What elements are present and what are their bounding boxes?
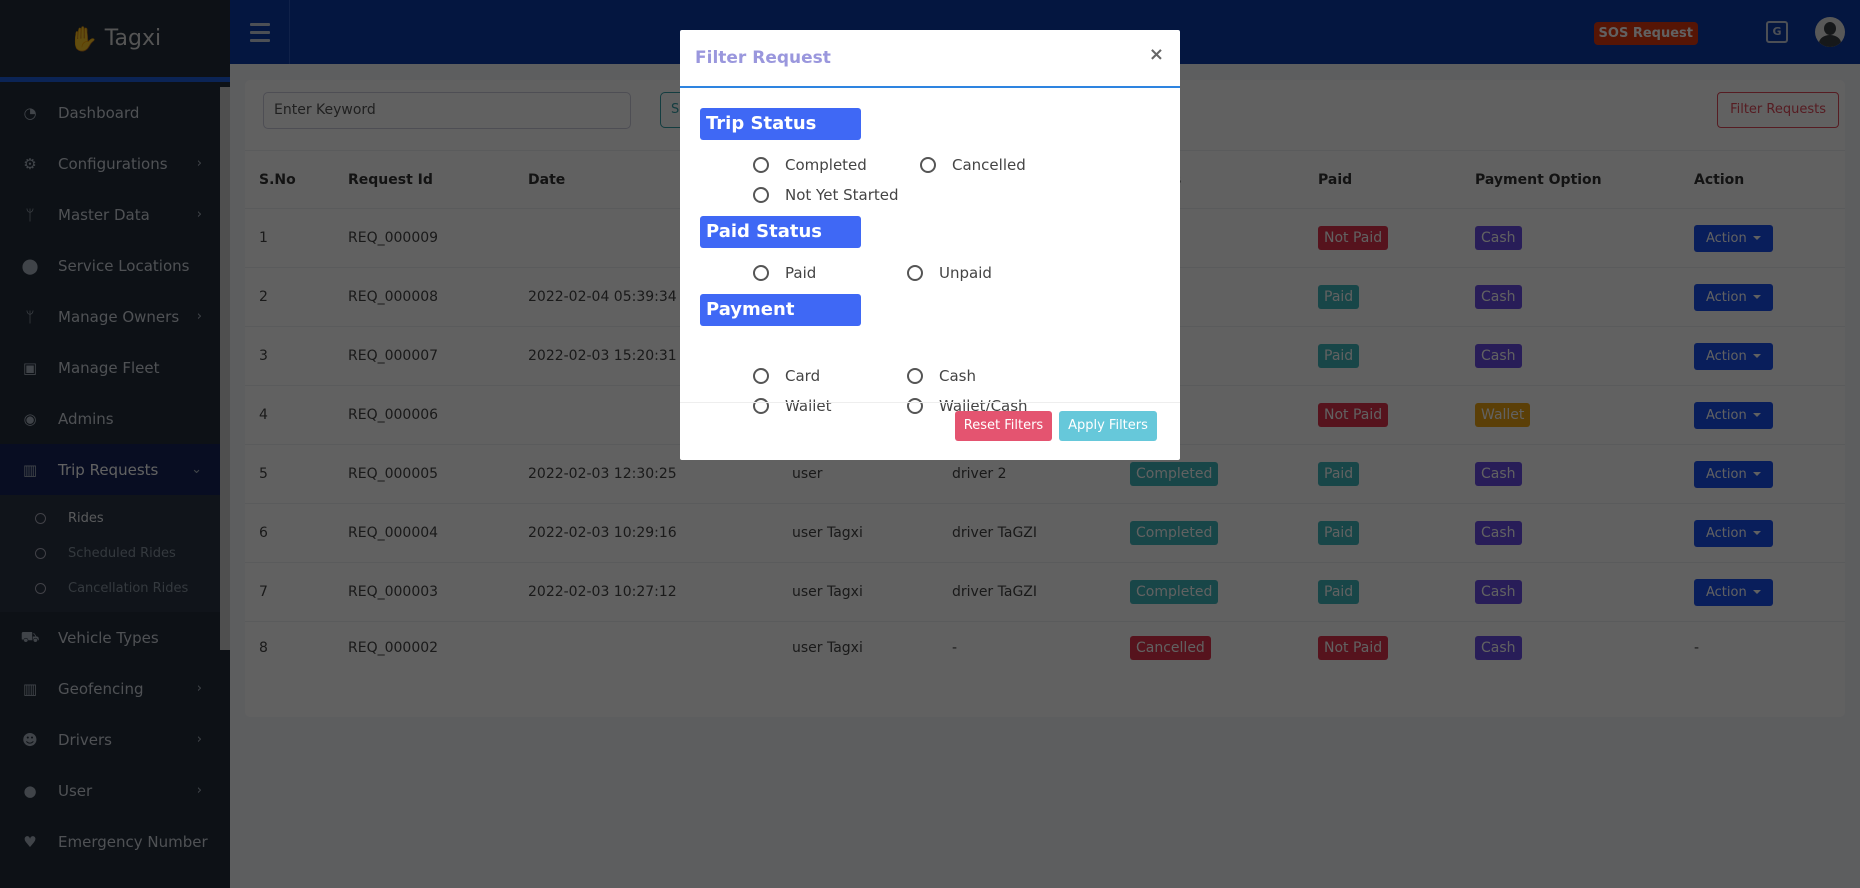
- modal-header: Filter Request ×: [680, 30, 1180, 88]
- radio-button[interactable]: [907, 368, 923, 384]
- radio-option-cash[interactable]: Cash: [907, 361, 1061, 391]
- radio-label: Unpaid: [939, 264, 992, 282]
- radio-label: Paid: [785, 264, 817, 282]
- radio-label: Card: [785, 367, 821, 385]
- reset-filters-button[interactable]: Reset Filters: [955, 411, 1052, 441]
- radio-option-paid[interactable]: Paid: [753, 258, 907, 288]
- filter-section-paid: Paid Status Paid Unpaid: [700, 216, 1160, 288]
- radio-option-completed[interactable]: Completed: [753, 150, 920, 180]
- modal-title: Filter Request: [695, 48, 831, 68]
- modal-body: Trip Status Completed Cancelled Not Yet Sta…: [680, 88, 1180, 421]
- filter-section-trip: Trip Status Completed Cancelled Not Yet Sta…: [700, 108, 1160, 210]
- radio-button[interactable]: [920, 157, 936, 173]
- radio-label: Completed: [785, 156, 867, 174]
- radio-button[interactable]: [753, 157, 769, 173]
- radio-option-unpaid[interactable]: Unpaid: [907, 258, 1061, 288]
- modal-footer: Reset Filters Apply Filters: [680, 402, 1180, 460]
- radio-option-card[interactable]: Card: [753, 361, 907, 391]
- radio-button[interactable]: [753, 368, 769, 384]
- radio-option-not-yet-started[interactable]: Not Yet Started: [753, 180, 920, 210]
- radio-label: Not Yet Started: [785, 186, 899, 204]
- radio-group: Paid Unpaid: [700, 258, 1160, 288]
- close-icon[interactable]: ×: [1149, 44, 1164, 65]
- section-title: Paid Status: [700, 216, 861, 248]
- radio-button[interactable]: [907, 265, 923, 281]
- radio-button[interactable]: [753, 265, 769, 281]
- radio-group: Completed Cancelled Not Yet Started: [700, 150, 1160, 210]
- radio-label: Cancelled: [952, 156, 1026, 174]
- radio-option-cancelled[interactable]: Cancelled: [920, 150, 1087, 180]
- radio-label: Cash: [939, 367, 976, 385]
- radio-button[interactable]: [753, 187, 769, 203]
- filter-request-modal: Filter Request × Trip Status Completed Can…: [680, 30, 1180, 460]
- section-title: Trip Status: [700, 108, 861, 140]
- apply-filters-button[interactable]: Apply Filters: [1059, 411, 1157, 441]
- section-title: Payment Option: [700, 294, 861, 352]
